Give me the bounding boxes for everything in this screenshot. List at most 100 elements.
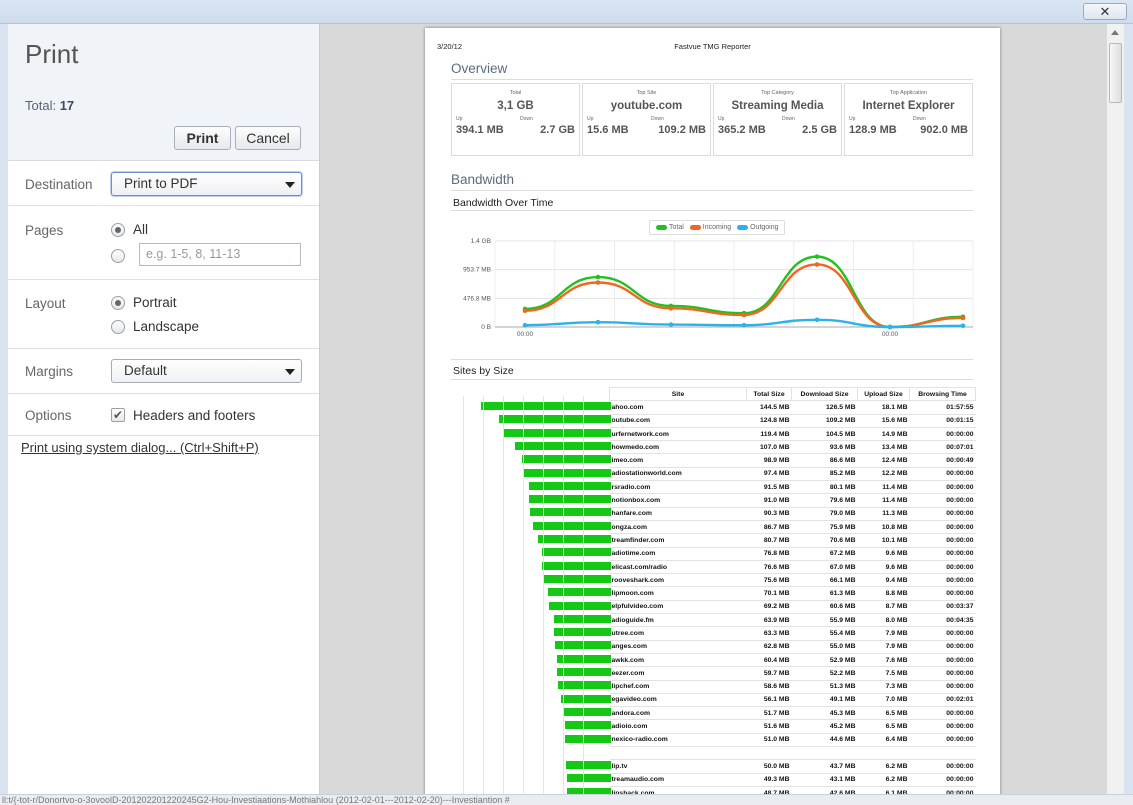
cell-upload-size: 11.3 MB — [857, 507, 910, 521]
margins-select[interactable]: Default — [111, 359, 302, 383]
y-tick-label: 0 B — [481, 324, 491, 331]
table-row: nexico-radio.com 51.0 MB 44.6 MB 6.4 MB 00:0… — [609, 733, 976, 748]
divider — [451, 359, 973, 360]
table-row: lip.tv 50.0 MB 43.7 MB 6.2 MB 00:00:00 — [609, 759, 976, 774]
card-down-value: 109.2 MB — [658, 124, 706, 136]
table-row: ongza.com 86.7 MB 75.9 MB 10.8 MB 00:00:00 — [609, 520, 976, 535]
card-up-value: 394.1 MB — [456, 124, 504, 136]
cell-upload-size: 7.9 MB — [857, 626, 910, 641]
legend-item-incoming: Incoming — [689, 224, 731, 231]
cell-total-size: 107.0 MB — [746, 440, 792, 455]
site-size-bar — [522, 455, 611, 464]
table-row: anges.com 62.8 MB 55.0 MB 7.9 MB 00:00:00 — [609, 640, 976, 654]
headers-footers-checkbox[interactable]: ✔ — [111, 408, 125, 422]
pages-all-radio[interactable] — [111, 223, 125, 237]
cell-upload-size: 12.2 MB — [857, 467, 910, 482]
cell-total-size: 80.7 MB — [746, 533, 792, 548]
table-row: hanfare.com 90.3 MB 79.0 MB 11.3 MB 00:00:00 — [609, 507, 976, 521]
cell-download-size: 104.5 MB — [791, 427, 858, 442]
cell-total-size: 63.9 MB — [746, 613, 792, 628]
cell-download-size: 43.7 MB — [791, 759, 858, 774]
cell-upload-size: 7.5 MB — [857, 666, 910, 681]
pages-label: Pages — [25, 223, 64, 238]
print-button[interactable]: Print — [174, 126, 231, 150]
cell-download-size: 80.1 MB — [791, 480, 858, 495]
cell-total-size: 62.8 MB — [746, 640, 792, 654]
card-up-label: Up — [849, 116, 856, 122]
cell-site: ahoo.com — [609, 400, 747, 415]
scrollbar-thumb[interactable] — [1109, 43, 1122, 103]
divider — [451, 210, 973, 211]
site-size-bar — [529, 495, 611, 504]
col-header-upload-size: Upload Size — [857, 386, 910, 402]
scroll-up-arrow-icon[interactable] — [1111, 30, 1119, 35]
margins-value: Default — [124, 363, 167, 378]
portrait-radio[interactable] — [111, 296, 125, 310]
cell-total-size: 51.6 MB — [746, 719, 792, 734]
series-point-incoming — [595, 280, 601, 285]
series-point-outgoing — [960, 323, 966, 329]
cell-download-size: 55.0 MB — [791, 640, 858, 654]
close-window-button[interactable]: ✕ — [1083, 3, 1127, 20]
destination-select[interactable]: Print to PDF — [111, 172, 302, 196]
cell-upload-size: 18.1 MB — [857, 400, 910, 415]
card-up-label: Up — [456, 116, 463, 122]
cell-total-size: 70.1 MB — [746, 586, 792, 601]
pages-range-radio[interactable] — [111, 249, 125, 263]
legend-item-outgoing: Outgoing — [737, 224, 779, 231]
card-key: Top Application — [890, 90, 927, 96]
landscape-radio[interactable] — [111, 320, 125, 334]
cell-upload-size: 11.4 MB — [857, 480, 910, 495]
cell-site: rooveshark.com — [609, 573, 747, 588]
bar-gridline — [563, 396, 564, 798]
table-row: ahoo.com 144.5 MB 126.5 MB 18.1 MB 01:57:55 — [609, 400, 976, 415]
cancel-button[interactable]: Cancel — [235, 126, 301, 150]
bar-gridline — [463, 396, 464, 798]
cell-browsing-time: 00:00:00 — [909, 640, 976, 654]
cell-upload-size: 6.5 MB — [857, 719, 910, 734]
card-up-label: Up — [718, 116, 725, 122]
cell-upload-size: 10.1 MB — [857, 533, 910, 548]
cell-upload-size — [857, 746, 910, 761]
cell-browsing-time: 00:00:00 — [909, 547, 976, 561]
cell-site: adiotime.com — [609, 547, 747, 561]
table-row: adioio.com 51.6 MB 45.2 MB 6.5 MB 00:00:00 — [609, 719, 976, 734]
table-row: awkk.com 60.4 MB 52.9 MB 7.6 MB 00:00:00 — [609, 653, 976, 668]
print-settings-panel: Print Total: 17 Print Cancel Destination… — [8, 24, 320, 805]
cell-browsing-time: 00:00:00 — [909, 560, 976, 575]
cell-download-size: 52.2 MB — [791, 666, 858, 681]
cell-total-size: 76.8 MB — [746, 547, 792, 561]
cell-browsing-time: 00:00:00 — [909, 427, 976, 442]
overview-card-top-application: Top Application Internet Explorer Up Dow… — [844, 83, 973, 156]
cell-download-size: 93.6 MB — [791, 440, 858, 455]
cell-site: nexico-radio.com — [609, 733, 747, 748]
margins-label: Margins — [25, 364, 74, 379]
overview-card-total: Total 3,1 GB Up Down 394.1 MB 2.7 GB — [451, 83, 580, 156]
site-size-bar — [558, 681, 611, 690]
bar-gridline — [583, 396, 584, 798]
cell-site: adiostationworld.com — [609, 467, 747, 482]
series-point-incoming — [814, 262, 820, 267]
cell-download-size: 67.2 MB — [791, 547, 858, 561]
cell-total-size: 51.0 MB — [746, 733, 792, 748]
divider — [451, 79, 973, 80]
cell-upload-size: 6.5 MB — [857, 706, 910, 721]
cell-download-size: 51.3 MB — [791, 680, 858, 694]
cell-browsing-time: 00:00:00 — [909, 733, 976, 748]
pages-range-input[interactable]: e.g. 1-5, 8, 11-13 — [139, 243, 301, 266]
table-row: lipmoon.com 70.1 MB 61.3 MB 8.8 MB 00:00:00 — [609, 586, 976, 601]
card-up-label: Up — [587, 116, 594, 122]
portrait-label: Portrait — [133, 295, 177, 310]
layout-label: Layout — [25, 296, 66, 311]
cell-download-size: 45.3 MB — [791, 706, 858, 721]
preview-scrollbar[interactable] — [1106, 24, 1124, 794]
system-dialog-link[interactable]: Print using system dialog... (Ctrl+Shift… — [21, 440, 259, 455]
cell-download-size: 52.9 MB — [791, 653, 858, 668]
cell-site: elpfulvideo.com — [609, 600, 747, 615]
card-key: Top Site — [636, 90, 657, 96]
cell-browsing-time: 00:00:00 — [909, 719, 976, 734]
site-size-bar — [529, 508, 611, 517]
cell-site: lipmoon.com — [609, 586, 747, 601]
options-row: Options ✔ Headers and footers — [8, 394, 319, 436]
table-row: lipchef.com 58.6 MB 51.3 MB 7.3 MB 00:00:00 — [609, 680, 976, 694]
